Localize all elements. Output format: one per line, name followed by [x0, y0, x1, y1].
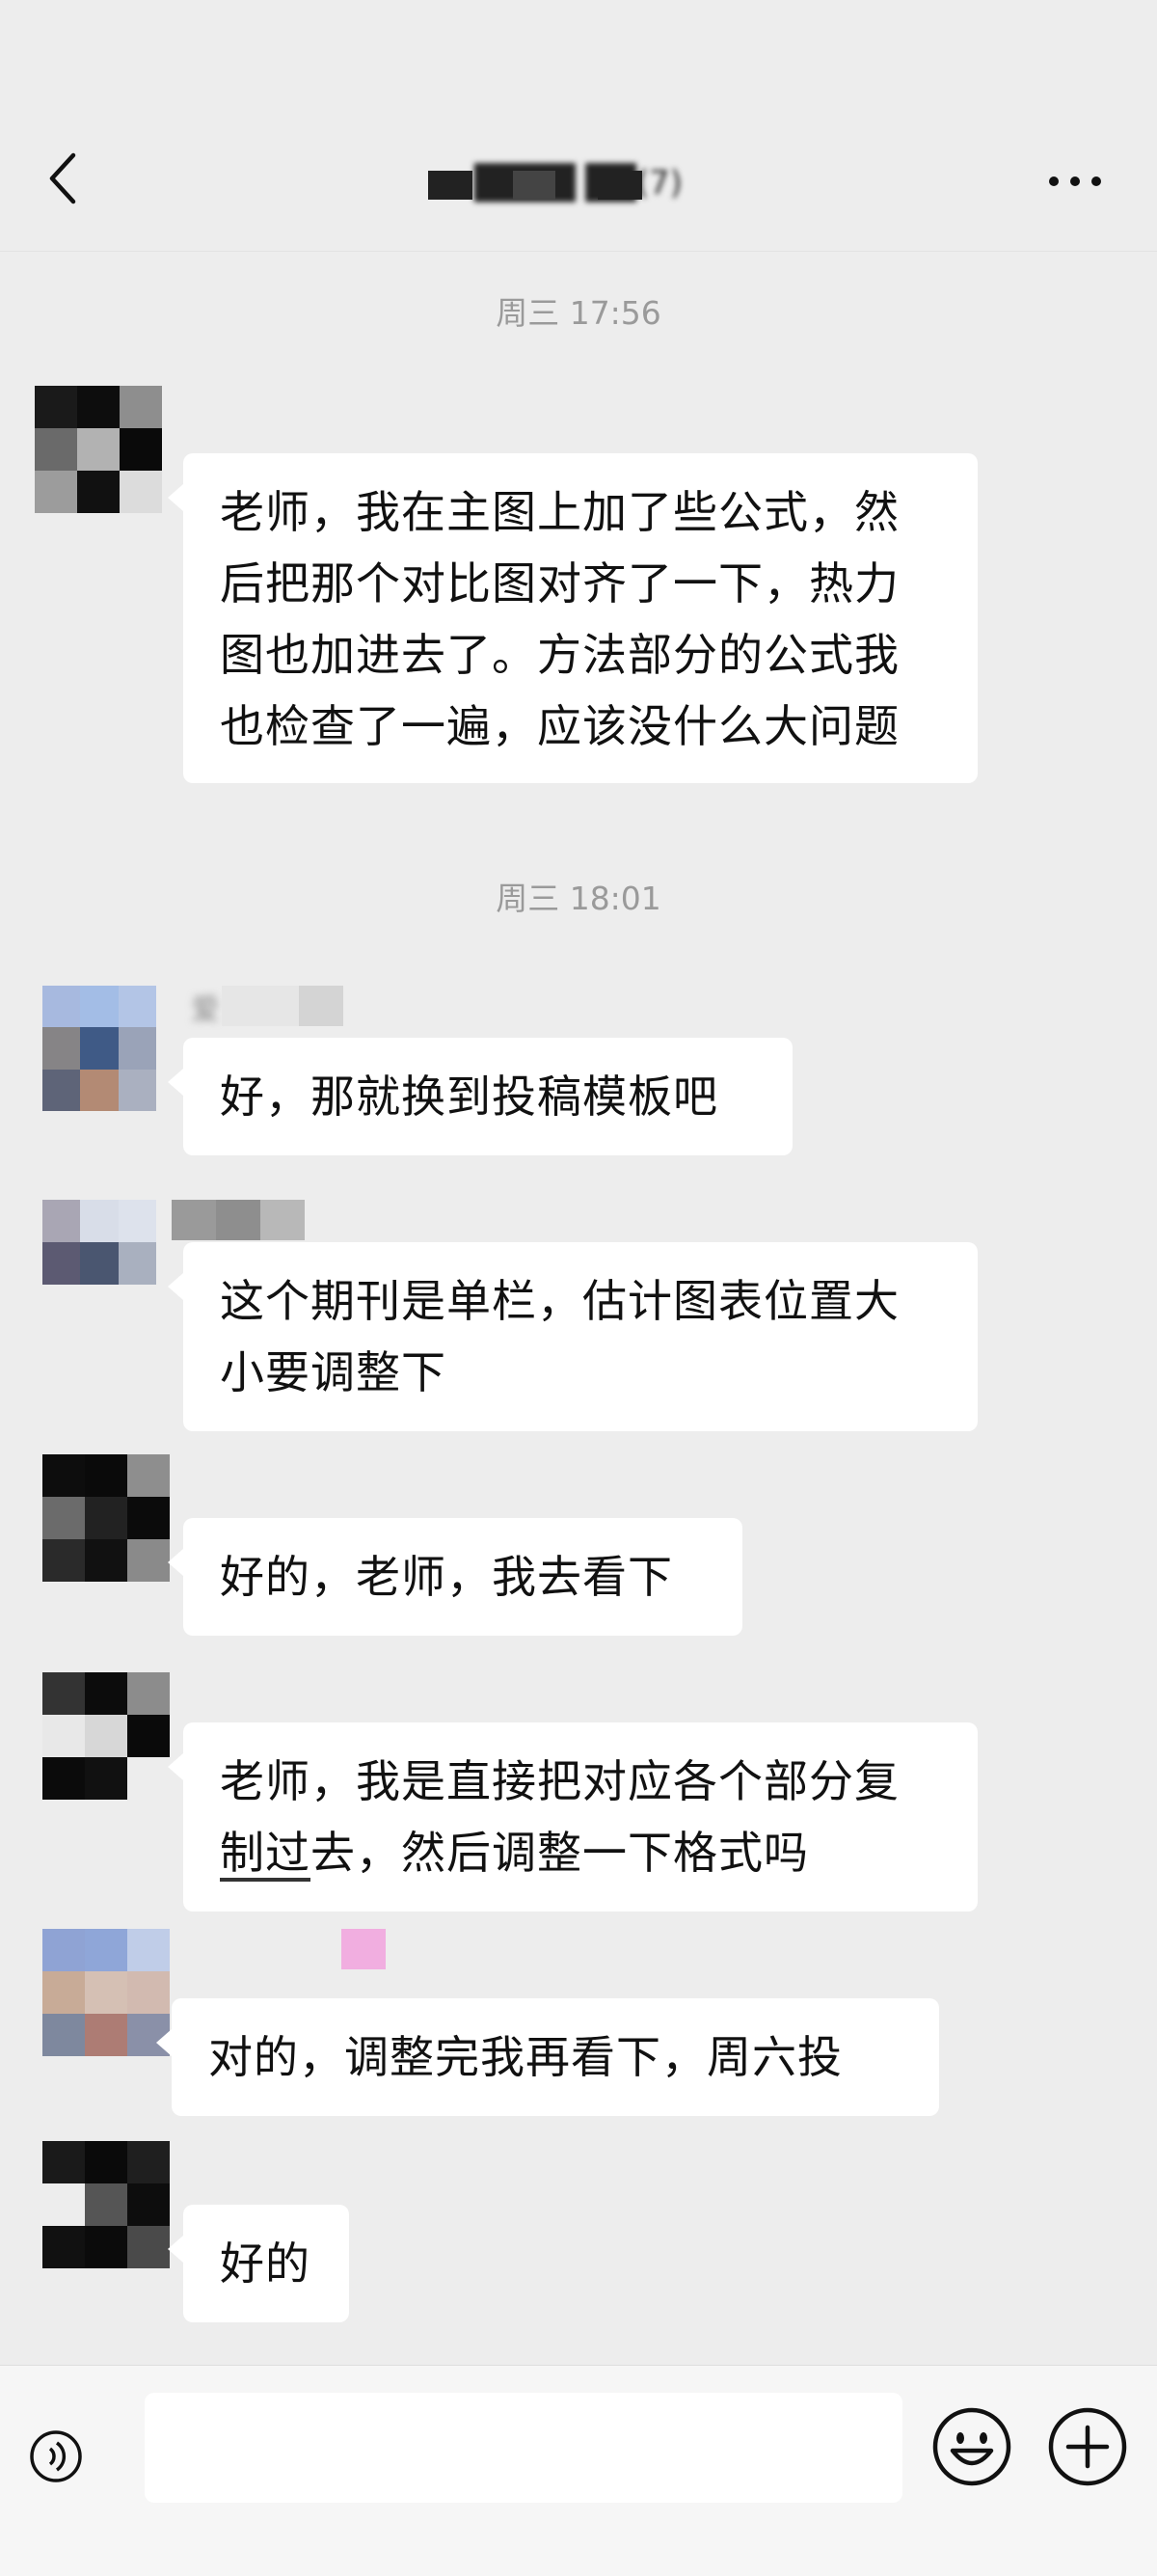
chat-title: ████ ██(7)	[405, 159, 752, 207]
avatar[interactable]	[42, 1200, 156, 1285]
message-text: 好，那就换到投稿模板吧	[220, 1071, 718, 1123]
avatar[interactable]	[42, 1672, 170, 1800]
message-bubble[interactable]: 老师，我是直接把对应各个部分复制过去，然后调整一下格式吗	[168, 1722, 978, 1912]
sender-name: 爱	[191, 993, 220, 1027]
message-bubble[interactable]: 好，那就换到投稿模板吧	[168, 1038, 793, 1155]
message-bubble[interactable]: 老师，我在主图上加了些公式，然后把那个对比图对齐了一下，热力图也加进去了。方法部…	[168, 453, 978, 783]
message-text-underlined: 制过	[220, 1827, 310, 1879]
message-bubble[interactable]: 这个期刊是单栏，估计图表位置大小要调整下	[168, 1242, 978, 1431]
more-horizontal-icon	[1049, 176, 1101, 186]
chat-header: ████ ██(7)	[0, 0, 1157, 252]
message-bubble[interactable]: 对的，调整完我再看下，周六投	[156, 1998, 939, 2116]
more-functions-button[interactable]	[1047, 2406, 1128, 2487]
emoji-button[interactable]	[931, 2406, 1012, 2487]
voice-icon	[30, 2430, 82, 2482]
avatar[interactable]	[42, 1454, 170, 1582]
avatar[interactable]	[42, 986, 156, 1111]
message-text: 好的，老师，我去看下	[220, 1551, 673, 1603]
plus-icon	[1048, 2407, 1127, 2486]
message-timestamp: 周三 18:01	[496, 880, 661, 917]
voice-button[interactable]	[27, 2427, 85, 2485]
message-text: 老师，我是直接把对应各个部分复	[220, 1755, 900, 1807]
more-button[interactable]	[1041, 154, 1109, 208]
back-button[interactable]	[39, 145, 87, 212]
message-text: 好的	[220, 2237, 310, 2290]
chevron-left-icon	[49, 152, 76, 204]
input-bar	[0, 2365, 1157, 2576]
emoji-icon	[932, 2407, 1011, 2486]
avatar[interactable]	[42, 1929, 170, 2056]
message-bubble[interactable]: 好的，老师，我去看下	[168, 1518, 742, 1636]
message-input[interactable]	[145, 2393, 902, 2503]
message-text: 对的，调整完我再看下，周六投	[208, 2031, 843, 2083]
avatar[interactable]	[35, 386, 162, 513]
message-text: 这个期刊是单栏，估计图表位置大小要调整下	[220, 1275, 900, 1398]
chat-title-text: ████ ██(7)	[474, 164, 683, 203]
message-timestamp: 周三 17:56	[496, 294, 661, 332]
message-bubble[interactable]: 好的	[168, 2205, 349, 2322]
message-text: 去，然后调整一下格式吗	[310, 1827, 809, 1879]
message-text: 老师，我在主图上加了些公式，然后把那个对比图对齐了一下，热力图也加进去了。方法部…	[220, 486, 900, 752]
avatar[interactable]	[42, 2141, 170, 2268]
